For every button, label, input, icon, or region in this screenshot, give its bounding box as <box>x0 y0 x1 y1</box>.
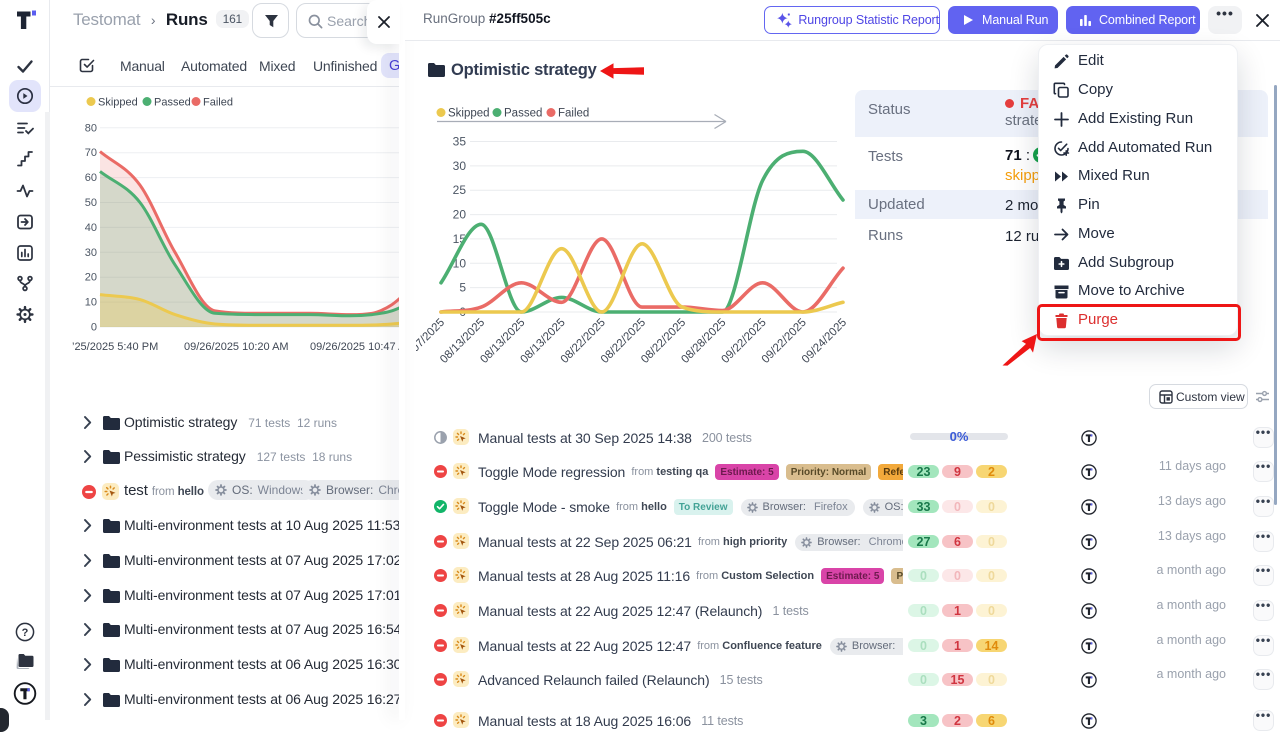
svg-text:40: 40 <box>85 222 97 234</box>
svg-text:30: 30 <box>453 159 467 173</box>
svg-text:Failed: Failed <box>203 97 233 109</box>
svg-text:Passed: Passed <box>504 108 542 120</box>
svg-text:’25/2025 5:40 PM: ’25/2025 5:40 PM <box>72 341 158 353</box>
svg-text:Failed: Failed <box>558 108 589 120</box>
svg-text:35: 35 <box>453 135 467 149</box>
svg-text:25: 25 <box>453 183 467 197</box>
svg-text:80: 80 <box>85 122 97 134</box>
svg-text:09/26/2025 10:47 AM: 09/26/2025 10:47 AM <box>310 341 405 353</box>
svg-text:30: 30 <box>85 247 97 259</box>
svg-text:10: 10 <box>85 297 97 309</box>
svg-text:5: 5 <box>459 281 466 295</box>
svg-text:70: 70 <box>85 147 97 159</box>
svg-text:?: ? <box>21 627 28 639</box>
svg-text:50: 50 <box>85 197 97 209</box>
svg-text:0: 0 <box>91 322 97 334</box>
svg-text:Skipped: Skipped <box>448 108 490 120</box>
svg-text:09/26/2025 10:20 AM: 09/26/2025 10:20 AM <box>184 341 289 353</box>
svg-text:Skipped: Skipped <box>98 97 138 109</box>
svg-text:60: 60 <box>85 172 97 184</box>
svg-text:Passed: Passed <box>154 97 191 109</box>
svg-text:20: 20 <box>85 272 97 284</box>
svg-text:20: 20 <box>453 208 467 222</box>
